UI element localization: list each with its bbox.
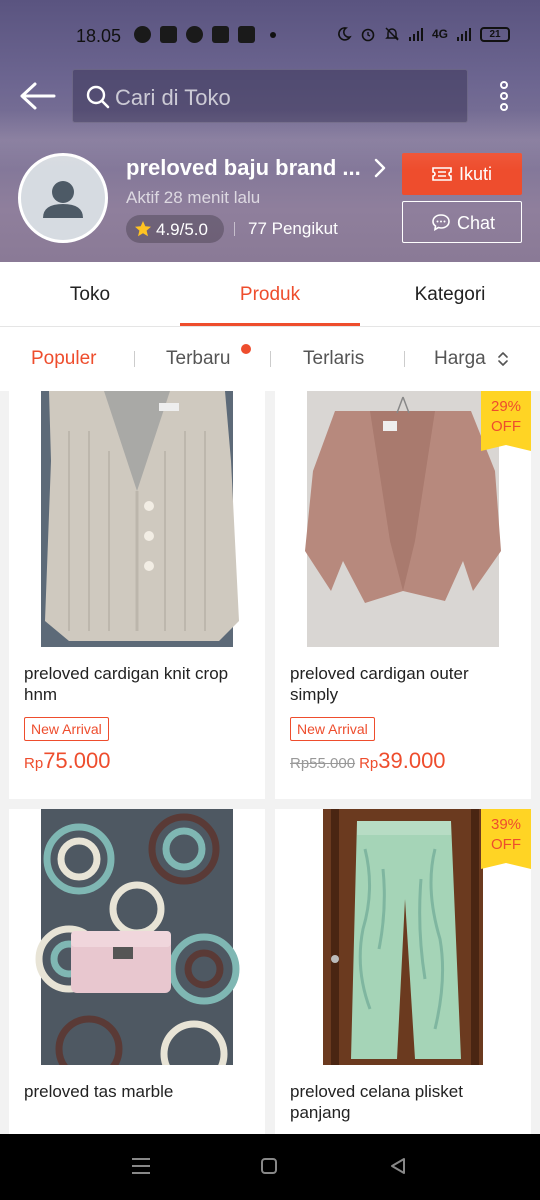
- discount-off: OFF: [491, 418, 521, 435]
- sort-terlaris[interactable]: Terlaris: [303, 327, 364, 391]
- shop-tabs: Toko Produk Kategori: [0, 262, 540, 327]
- follow-label: Ikuti: [459, 164, 493, 184]
- sort-harga[interactable]: Harga: [434, 327, 486, 391]
- divider: [270, 351, 271, 367]
- discount-percent: 29%: [490, 398, 522, 415]
- shop-avatar[interactable]: [18, 153, 108, 243]
- divider: [404, 351, 405, 367]
- chat-label: Chat: [457, 213, 496, 233]
- signal-icon: [408, 28, 423, 41]
- tab-produk[interactable]: Produk: [180, 262, 360, 327]
- discount-percent: 39%: [490, 816, 522, 833]
- star-icon: [135, 221, 151, 237]
- discount-tag: 39% OFF: [481, 809, 531, 869]
- discount-tag: 29% OFF: [481, 391, 531, 451]
- chat-button[interactable]: Chat: [402, 201, 522, 243]
- recent-apps-icon[interactable]: [130, 1156, 152, 1176]
- new-arrival-badge: New Arrival: [24, 717, 109, 741]
- product-name: preloved cardigan outer simply: [290, 664, 469, 704]
- more-vertical-icon[interactable]: [496, 80, 512, 112]
- discount-off: OFF: [491, 836, 521, 853]
- mute-icon: [385, 27, 399, 41]
- currency: Rp: [24, 755, 44, 772]
- product-card[interactable]: preloved cardigan knit crop hnm New Arri…: [9, 391, 265, 799]
- follow-button[interactable]: Ikuti: [402, 153, 522, 195]
- search-placeholder: Cari di Toko: [115, 85, 231, 110]
- product-image[interactable]: [9, 809, 265, 1065]
- more-notifications-icon: [270, 31, 276, 38]
- line-icon: [160, 26, 177, 43]
- price-value: 75.000: [43, 748, 111, 773]
- sort-bar: Populer Terbaru Terlaris Harga: [0, 327, 540, 391]
- search-icon: [86, 85, 110, 109]
- sort-terbaru[interactable]: Terbaru: [166, 327, 230, 391]
- original-price: Rp55.000: [290, 755, 356, 772]
- product-price: Rp55.000 Rp39.000: [290, 748, 446, 774]
- product-image[interactable]: [9, 391, 265, 647]
- product-card[interactable]: 39% OFF preloved celana plisket panjang: [275, 809, 531, 1134]
- tab-kategori[interactable]: Kategori: [360, 262, 540, 327]
- tab-toko[interactable]: Toko: [0, 262, 180, 327]
- home-icon[interactable]: [259, 1156, 279, 1176]
- shop-header: 18.05 4G 21 Cari di Toko preloved baju b…: [0, 0, 540, 262]
- battery-icon: 21: [480, 26, 510, 42]
- alarm-icon: [361, 28, 375, 42]
- game-icon: [212, 26, 229, 43]
- shopee-icon: [238, 26, 255, 43]
- product-image[interactable]: 39% OFF: [275, 809, 531, 1065]
- divider: [134, 351, 135, 367]
- product-name: preloved celana plisket panjang: [290, 1082, 463, 1122]
- whatsapp-icon: [134, 26, 151, 43]
- product-card[interactable]: 29% OFF preloved cardigan outer simply N…: [275, 391, 531, 799]
- chat-icon: [432, 214, 450, 231]
- sort-populer[interactable]: Populer: [31, 327, 97, 391]
- network-type: 4G: [431, 27, 448, 41]
- shop-rating: 4.9/5.0: [126, 215, 224, 243]
- signal-icon-2: [457, 28, 471, 41]
- back-triangle-icon[interactable]: [388, 1156, 408, 1176]
- rating-value: 4.9/5.0: [156, 220, 208, 239]
- product-card[interactable]: preloved tas marble: [9, 809, 265, 1134]
- currency: Rp: [359, 755, 379, 772]
- product-name: preloved tas marble: [24, 1082, 174, 1101]
- status-right: 4G 21: [336, 26, 510, 42]
- chevron-right-icon[interactable]: [372, 157, 388, 179]
- new-arrival-badge: New Arrival: [290, 717, 375, 741]
- back-arrow-icon[interactable]: [18, 80, 58, 112]
- user-icon: [43, 181, 83, 218]
- sort-updown-icon[interactable]: [496, 350, 510, 368]
- notification-icons: [134, 26, 276, 43]
- product-name: preloved cardigan knit crop hnm: [24, 664, 229, 704]
- follower-count: 77 Pengikut: [248, 219, 338, 238]
- shop-name[interactable]: preloved baju brand ...: [126, 155, 361, 181]
- price-value: 39.000: [378, 748, 446, 773]
- moon-icon: [338, 27, 352, 41]
- status-bar: 18.05 4G 21: [0, 0, 540, 70]
- shop-active-status: Aktif 28 menit lalu: [126, 188, 261, 207]
- telegram-icon: [186, 26, 203, 43]
- product-price: Rp75.000: [24, 748, 110, 774]
- product-image[interactable]: 29% OFF: [275, 391, 531, 647]
- shop-search-input[interactable]: Cari di Toko: [72, 69, 468, 123]
- divider: [234, 222, 235, 236]
- active-tab-indicator: [180, 323, 360, 326]
- ticket-icon: [432, 167, 452, 181]
- status-time: 18.05: [76, 26, 122, 46]
- system-nav-bar: [0, 1134, 540, 1200]
- new-indicator-dot: [241, 344, 251, 354]
